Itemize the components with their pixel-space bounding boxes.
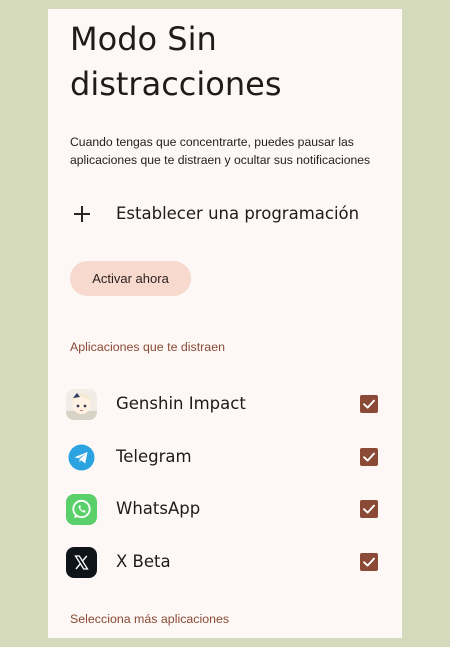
app-checkbox-genshin-impact[interactable] bbox=[360, 395, 378, 413]
checkmark-icon bbox=[363, 557, 375, 567]
set-schedule-label: Establecer una programación bbox=[116, 204, 360, 223]
distracting-apps-list: Genshin Impact Telegram WhatsApp X Beta bbox=[48, 379, 402, 590]
select-more-apps-link[interactable]: Selecciona más aplicaciones bbox=[70, 612, 229, 626]
app-name: Telegram bbox=[116, 446, 192, 466]
page-description: Cuando tengas que concentrarte, puedes p… bbox=[70, 135, 371, 167]
plus-icon bbox=[74, 206, 90, 222]
set-schedule-row[interactable]: Establecer una programación bbox=[48, 195, 402, 235]
distracting-apps-heading: Aplicaciones que te distraen bbox=[70, 340, 225, 354]
app-row-whatsapp[interactable]: WhatsApp bbox=[48, 484, 402, 537]
app-name: Genshin Impact bbox=[116, 394, 246, 413]
app-checkbox-x-beta[interactable] bbox=[360, 553, 378, 572]
x-beta-icon bbox=[66, 547, 97, 579]
checkmark-icon bbox=[363, 505, 375, 514]
activate-now-button[interactable]: Activar ahora bbox=[70, 261, 191, 296]
app-checkbox-whatsapp[interactable] bbox=[360, 500, 378, 519]
app-checkbox-telegram[interactable] bbox=[360, 447, 378, 466]
app-row-genshin-impact[interactable]: Genshin Impact bbox=[48, 379, 402, 432]
app-name: X Beta bbox=[116, 552, 171, 572]
checkmark-icon bbox=[363, 399, 375, 409]
focus-mode-screen: Modo Sin distracciones Cuando tengas que… bbox=[48, 9, 402, 638]
page-title: Modo Sin distracciones bbox=[70, 20, 282, 103]
app-row-x-beta[interactable]: X Beta bbox=[48, 537, 402, 590]
checkmark-icon bbox=[363, 452, 375, 462]
whatsapp-icon bbox=[66, 494, 97, 526]
telegram-icon bbox=[66, 442, 97, 473]
app-name: WhatsApp bbox=[116, 499, 201, 519]
genshin-impact-icon bbox=[66, 389, 97, 420]
app-row-telegram[interactable]: Telegram bbox=[48, 432, 402, 485]
